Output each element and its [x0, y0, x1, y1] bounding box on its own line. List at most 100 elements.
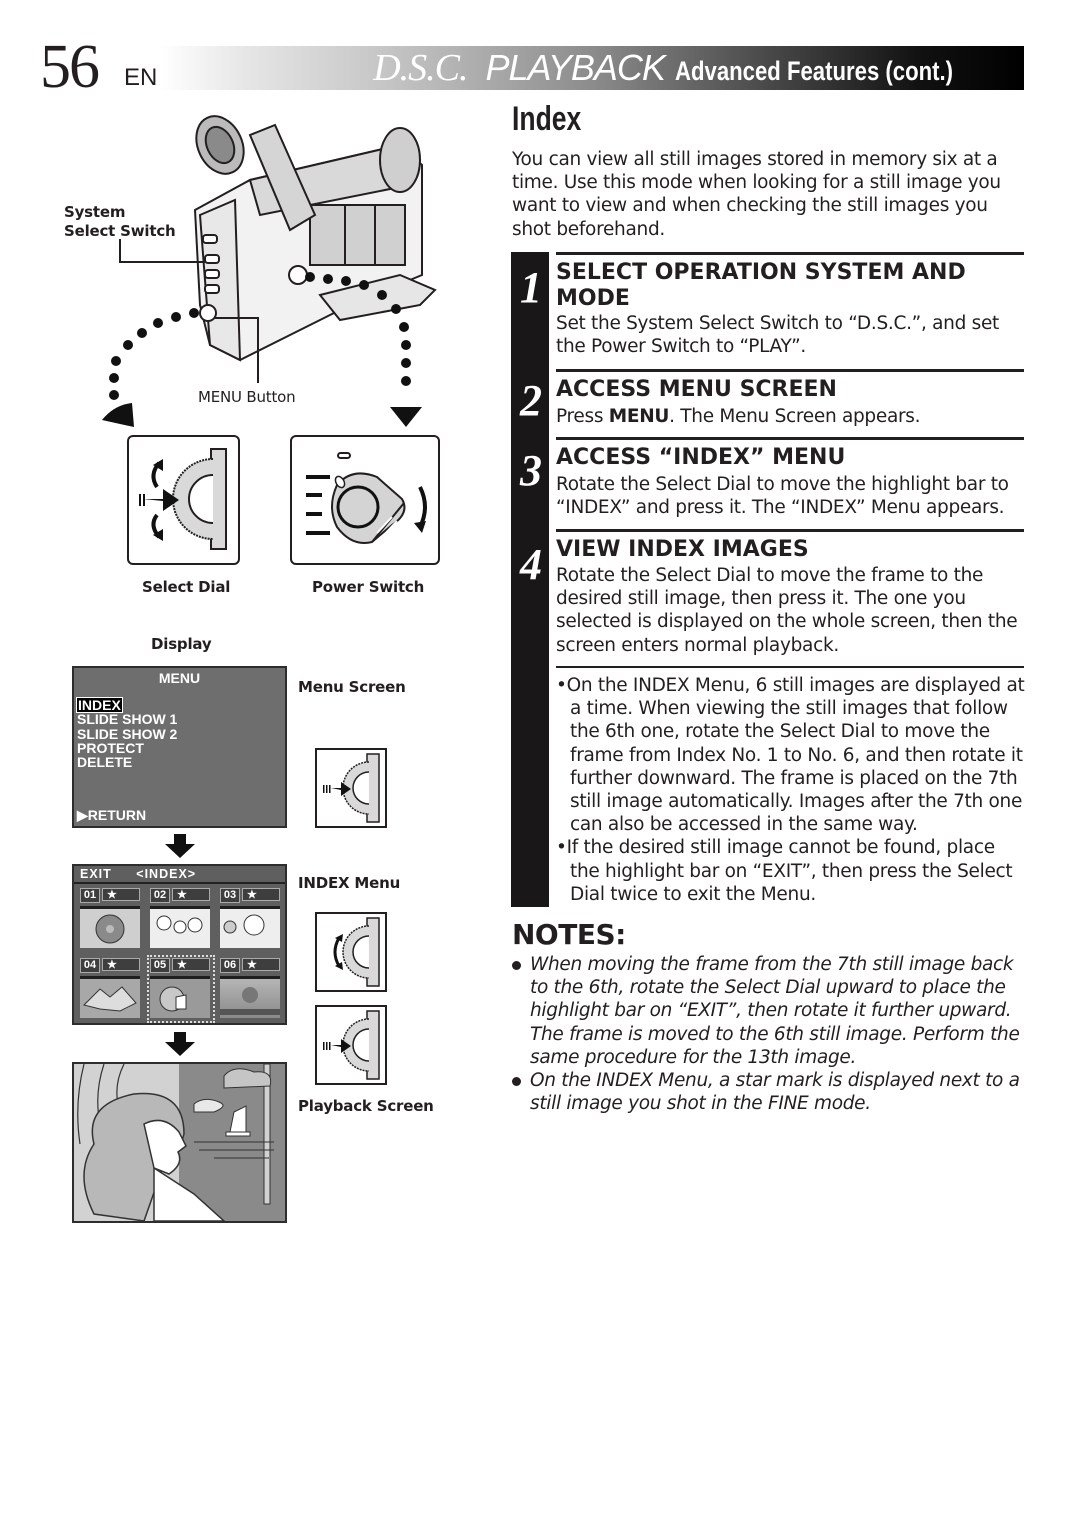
arrow-down-icon [165, 834, 195, 858]
camcorder-illustration [102, 115, 437, 427]
step-number: 4 [520, 540, 542, 589]
label-display: Display [151, 635, 212, 653]
power-switch-icon [306, 452, 427, 544]
star-icon: ★ [102, 958, 140, 971]
label-line: System [64, 203, 126, 221]
label-menu-screen: Menu Screen [298, 678, 406, 696]
step-4: 4 VIEW INDEX IMAGES Rotate the Select Di… [511, 529, 1024, 664]
menu-item-slide-show-2[interactable]: SLIDE SHOW 2 [77, 726, 177, 741]
index-thumbnail[interactable]: 04 ★ [80, 958, 142, 1020]
label-index-menu: INDEX Menu [298, 874, 401, 892]
label-playback-screen: Playback Screen [298, 1097, 434, 1115]
step-body-text: . The Menu Screen appears. [669, 406, 921, 427]
step-divider [556, 529, 1024, 532]
label-line: Select Switch [64, 222, 176, 240]
label-power-switch: Power Switch [312, 578, 425, 596]
notes-title: NOTES: [512, 918, 626, 951]
step-body: Rotate the Select Dial to move the highl… [556, 474, 1009, 519]
star-icon: ★ [242, 888, 280, 901]
header-title: D.S.C. PLAYBACK Advanced Features (cont.) [373, 46, 1014, 90]
label-system-select-switch: System Select Switch [64, 203, 176, 241]
step-title: ACCESS “INDEX” MENU [556, 445, 846, 470]
label-menu-button: MENU Button [198, 388, 296, 406]
page-language: EN [124, 64, 158, 91]
step-body-text: Press [556, 406, 609, 427]
star-icon: ★ [242, 958, 280, 971]
step-divider [556, 252, 1024, 255]
index-thumbnail-selected[interactable]: 05 ★ [147, 955, 215, 1023]
thumbnail-image-people [150, 906, 210, 948]
thumbnail-number: 04 [80, 958, 100, 973]
index-thumbnail[interactable]: 01 ★ [80, 888, 142, 950]
select-dial-rotate-illustration [315, 912, 387, 992]
page-number: 56 [40, 33, 100, 101]
step-divider [556, 369, 1024, 372]
step-body: Press MENU. The Menu Screen appears. [556, 405, 1026, 428]
thumbnail-number: 03 [220, 888, 240, 903]
step-bullets: •On the INDEX Menu, 6 still images are d… [556, 674, 1026, 906]
step-title-line1: SELECT OPERATION SYSTEM AND [556, 260, 966, 285]
step-body: Set the System Select Switch to “D.S.C.”… [556, 313, 999, 358]
star-icon: ★ [102, 888, 140, 901]
thumbnail-number: 05 [150, 958, 170, 973]
bullet-item: •If the desired still image cannot be fo… [556, 837, 1013, 905]
step-body: Rotate the Select Dial to move the frame… [556, 565, 1018, 656]
step-number: 3 [520, 446, 542, 495]
note-item: When moving the frame from the 7th still… [512, 953, 1027, 1069]
index-header: EXIT <INDEX> [74, 866, 285, 884]
step-number: 1 [520, 263, 542, 312]
header-title-advanced: Advanced Features (cont.) [674, 56, 953, 86]
step-2: 2 ACCESS MENU SCREEN Press MENU. The Men… [511, 369, 1024, 429]
section-title: Index [512, 100, 582, 138]
step-title-line2: MODE [556, 286, 630, 311]
header-title-playback: PLAYBACK [485, 47, 666, 88]
index-exit[interactable]: EXIT [80, 867, 112, 881]
playback-screen-display [72, 1062, 287, 1223]
bullet-dot-icon [512, 1077, 521, 1087]
index-thumbnail[interactable]: 02 ★ [150, 888, 212, 950]
index-menu-display: EXIT <INDEX> 01 ★ 02 ★ 03 ★ 04 ★ 05 ★ 06… [72, 864, 287, 1025]
step-divider [556, 437, 1024, 440]
menu-item-delete[interactable]: DELETE [77, 755, 177, 770]
select-dial-press-illustration [315, 748, 387, 828]
section-intro: You can view all still images stored in … [512, 149, 1001, 240]
step-title: VIEW INDEX IMAGES [556, 537, 809, 562]
arrow-down-icon [165, 1032, 195, 1056]
thumbnail-image-person [220, 906, 280, 948]
menu-item-protect[interactable]: PROTECT [77, 741, 177, 756]
thumbnail-image-woman-window [150, 976, 210, 1018]
menu-items: INDEX SLIDE SHOW 1 SLIDE SHOW 2 PROTECT … [76, 696, 177, 770]
star-icon: ★ [172, 958, 210, 971]
star-icon: ★ [172, 888, 210, 901]
menu-title: MENU [158, 670, 201, 686]
step-3: 3 ACCESS “INDEX” MENU Rotate the Select … [511, 437, 1024, 527]
thumbnail-image-sunset [220, 976, 280, 1018]
menu-item-return[interactable]: ▶RETURN [77, 807, 146, 824]
bullets-divider [556, 666, 1024, 668]
select-dial-icon [139, 448, 227, 550]
dial-rotate-icon [333, 917, 380, 987]
select-dial-illustration [127, 435, 240, 565]
notes-list: When moving the frame from the 7th still… [512, 953, 1027, 1115]
playback-image-woman-window [74, 1064, 274, 1221]
header-title-dsc: D.S.C. [373, 47, 468, 89]
dial-press-icon [323, 1010, 380, 1080]
thumbnail-image-flower [80, 906, 140, 948]
thumbnail-number: 02 [150, 888, 170, 903]
step-1: 1 SELECT OPERATION SYSTEM AND MODE Set t… [511, 252, 1024, 362]
bullet-item: •On the INDEX Menu, 6 still images are d… [556, 675, 1025, 836]
thumbnail-number: 01 [80, 888, 100, 903]
step-title: SELECT OPERATION SYSTEM AND MODE [556, 260, 966, 312]
menu-item-index[interactable]: INDEX [76, 696, 123, 714]
thumbnail-number: 06 [220, 958, 240, 973]
dial-press-icon [323, 753, 380, 823]
index-thumbnail[interactable]: 06 ★ [220, 958, 282, 1020]
index-thumbnail[interactable]: 03 ★ [220, 888, 282, 950]
note-text: On the INDEX Menu, a star mark is displa… [530, 1070, 1020, 1115]
bullet-dot-icon [512, 961, 521, 970]
menu-item-slide-show-1[interactable]: SLIDE SHOW 1 [77, 712, 177, 727]
menu-screen-display: MENU INDEX SLIDE SHOW 1 SLIDE SHOW 2 PRO… [72, 666, 287, 828]
power-switch-illustration [290, 435, 440, 565]
menu-keyword: MENU [608, 406, 670, 427]
index-title: <INDEX> [136, 867, 197, 881]
